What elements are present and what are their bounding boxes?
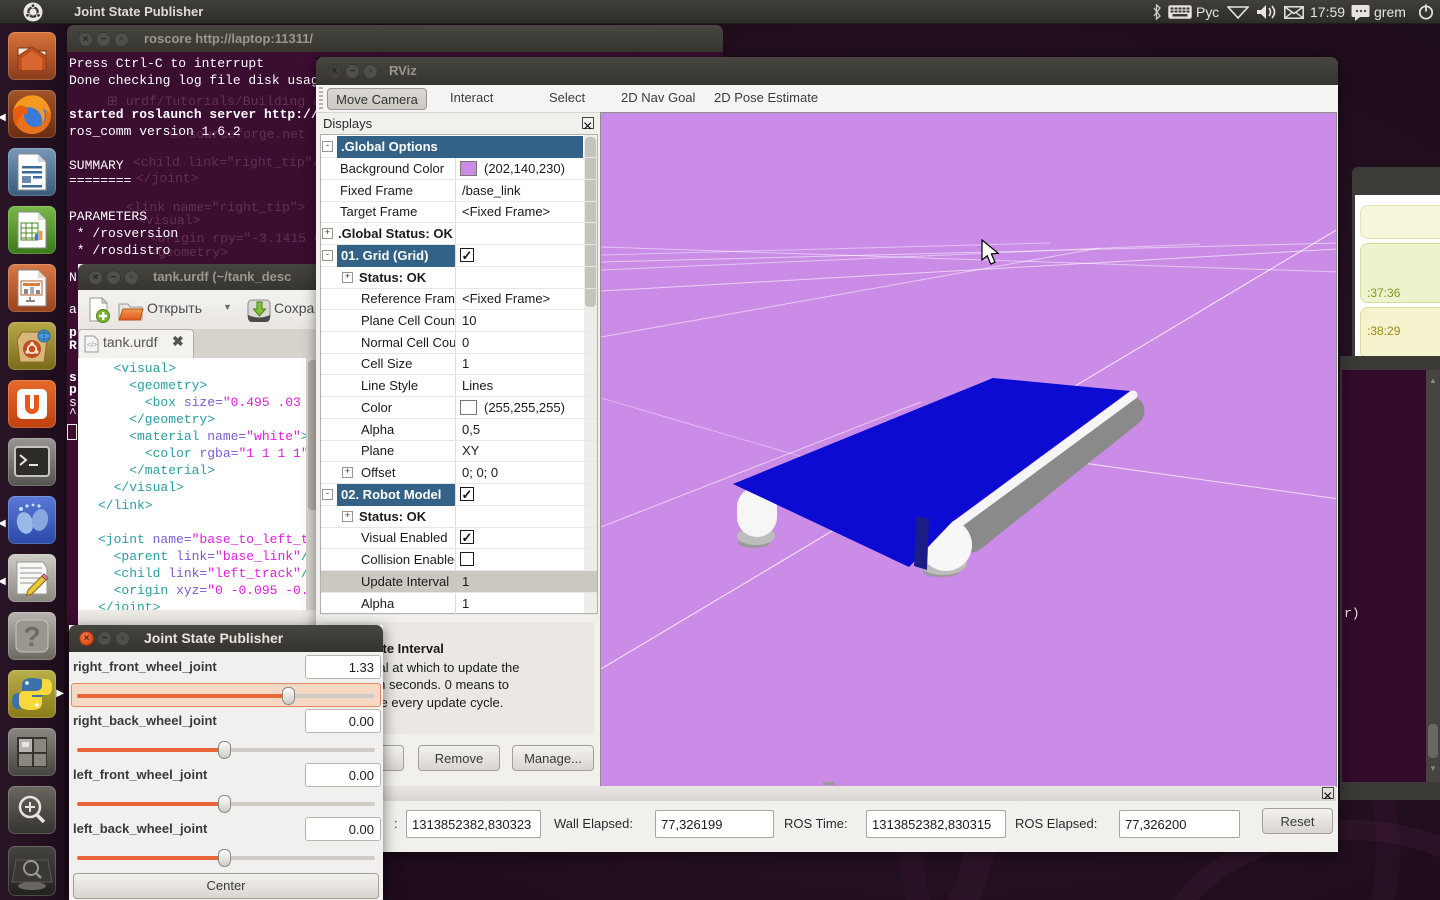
svg-text:?: ? — [23, 621, 40, 652]
svg-text:</>: </> — [87, 342, 97, 349]
